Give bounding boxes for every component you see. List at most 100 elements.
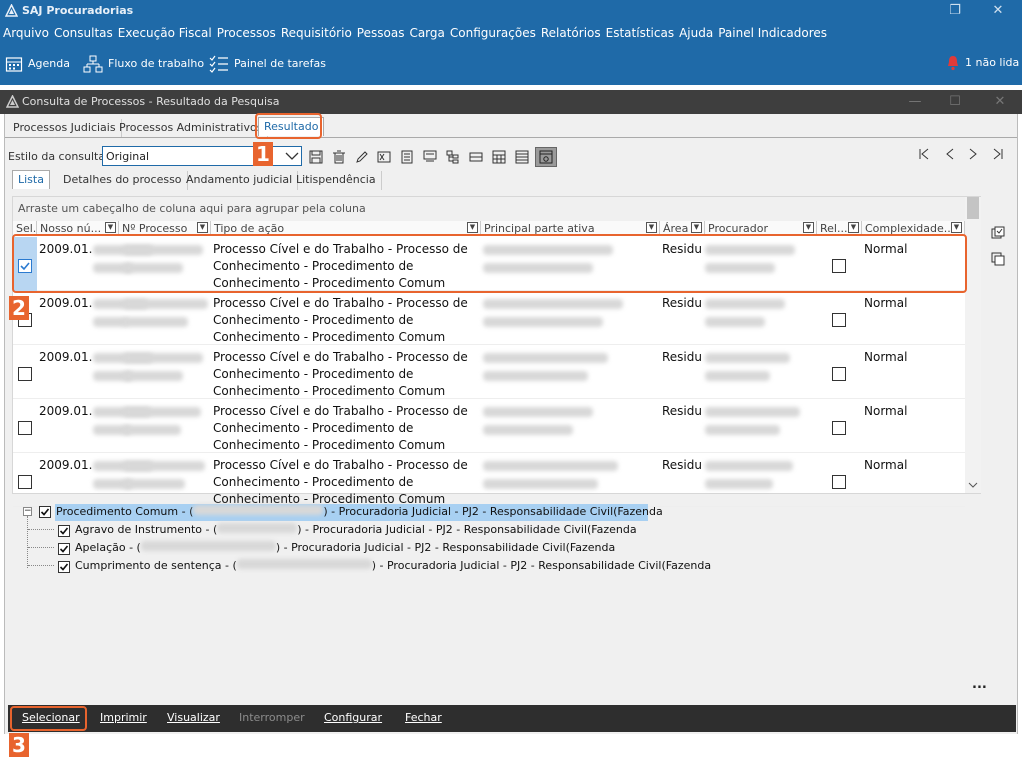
redacted-value <box>123 371 183 381</box>
close-icon[interactable]: ✕ <box>980 93 1020 111</box>
menu-item-2[interactable]: Execução Fiscal <box>118 22 212 45</box>
redacted-value <box>705 461 793 471</box>
callout-selecionar <box>10 706 87 731</box>
menu-bar: Arquivo Consultas Execução Fiscal Processos… <box>0 22 1022 45</box>
close-icon[interactable]: ✕ <box>978 2 1018 20</box>
filter-dropdown-icon[interactable]: ▼ <box>951 222 962 233</box>
filter-dropdown-icon[interactable]: ▼ <box>197 222 208 233</box>
menu-item-11[interactable]: Painel Indicadores <box>718 22 827 45</box>
tree-child-checkbox[interactable] <box>58 561 70 573</box>
subtab-lista[interactable]: Lista <box>12 170 50 189</box>
tree-child-label[interactable]: Cumprimento de sentença - () - Procurado… <box>75 558 711 574</box>
report-icon[interactable] <box>423 150 437 164</box>
interromper-button: Interromper <box>239 711 305 724</box>
agenda-button[interactable]: Agenda <box>5 55 70 73</box>
cell-nosso: 2009.01. <box>39 404 93 418</box>
copy-icon[interactable] <box>991 252 1005 266</box>
fluxo-button[interactable]: Fluxo de trabalho <box>83 55 204 73</box>
document-icon[interactable] <box>400 150 414 164</box>
filter-dropdown-icon[interactable]: ▼ <box>803 222 814 233</box>
filter-dropdown-icon[interactable]: ▼ <box>105 222 116 233</box>
filter-dropdown-icon[interactable]: ▼ <box>467 222 478 233</box>
tree-root-checkbox[interactable] <box>39 506 51 518</box>
rel-checkbox[interactable] <box>832 475 846 489</box>
collapse-icon[interactable]: − <box>23 507 32 516</box>
list-icon[interactable] <box>515 150 529 164</box>
callout-first-row <box>12 234 967 293</box>
tree-root-label[interactable]: Procedimento Comum - () - Procuradoria J… <box>56 504 663 520</box>
table-row[interactable]: 2009.01. Processo Cível e do Trabalho - P… <box>13 345 965 399</box>
menu-item-7[interactable]: Configurações <box>450 22 536 45</box>
subtab-litispendencia[interactable]: Litispendência <box>291 171 382 190</box>
table-icon[interactable] <box>492 150 506 164</box>
subtab-detalhes[interactable]: Detalhes do processo <box>58 171 188 190</box>
settings-toggle-button[interactable] <box>535 147 557 167</box>
rel-checkbox[interactable] <box>832 367 846 381</box>
last-page-icon[interactable] <box>991 147 1005 161</box>
row-select-checkbox[interactable] <box>18 421 32 435</box>
tree-child-label[interactable]: Agravo de Instrumento - () - Procuradori… <box>75 522 637 538</box>
menu-item-0[interactable]: Arquivo <box>3 22 49 45</box>
fechar-button[interactable]: Fechar <box>405 711 442 724</box>
minimize-icon[interactable]: — <box>895 93 935 111</box>
menu-item-6[interactable]: Carga <box>409 22 444 45</box>
rel-checkbox[interactable] <box>832 313 846 327</box>
menu-item-1[interactable]: Consultas <box>54 22 113 45</box>
table-row[interactable]: 2009.01. Processo Cível e do Trabalho - P… <box>13 453 965 507</box>
menu-item-8[interactable]: Relatórios <box>541 22 601 45</box>
redacted-value <box>123 299 208 309</box>
badge-2: 2 <box>9 296 29 320</box>
filter-dropdown-icon[interactable]: ▼ <box>691 222 702 233</box>
visualizar-button[interactable]: Visualizar <box>167 711 220 724</box>
table-row[interactable]: 2009.01. Processo Cível e do Trabalho - P… <box>13 291 965 345</box>
redacted-value <box>123 479 185 489</box>
row-select-checkbox[interactable] <box>18 475 32 489</box>
grid-scrollbar[interactable] <box>965 197 981 493</box>
table-row[interactable]: 2009.01. Processo Cível e do Trabalho - P… <box>13 399 965 453</box>
excel-icon[interactable] <box>377 150 391 164</box>
columns-icon[interactable] <box>469 150 483 164</box>
save-icon[interactable] <box>309 150 323 164</box>
tree-child-label[interactable]: Apelação - () - Procuradoria Judicial - … <box>75 540 615 556</box>
restore-icon[interactable]: ❐ <box>935 2 975 20</box>
first-page-icon[interactable] <box>917 147 931 161</box>
filter-dropdown-icon[interactable]: ▼ <box>646 222 657 233</box>
tree-child-checkbox[interactable] <box>58 525 70 537</box>
row-select-checkbox[interactable] <box>18 367 32 381</box>
tree-connector <box>27 516 28 568</box>
menu-item-9[interactable]: Estatísticas <box>606 22 674 45</box>
subtab-andamento[interactable]: Andamento judicial <box>181 171 299 190</box>
menu-item-4[interactable]: Requisitório <box>281 22 352 45</box>
menu-item-10[interactable]: Ajuda <box>679 22 713 45</box>
more-icon[interactable]: ... <box>972 677 987 692</box>
scrollbar-thumb[interactable] <box>967 197 979 219</box>
redacted-value <box>483 425 573 435</box>
painel-button[interactable]: Painel de tarefas <box>209 55 326 73</box>
tab-processos-administrativos[interactable]: Processos Administrativos <box>114 119 269 138</box>
menu-item-5[interactable]: Pessoas <box>357 22 405 45</box>
edit-icon[interactable] <box>355 150 369 164</box>
next-page-icon[interactable] <box>966 147 980 161</box>
hierarchy-icon[interactable] <box>446 150 460 164</box>
filter-dropdown-icon[interactable]: ▼ <box>848 222 859 233</box>
rel-checkbox[interactable] <box>832 421 846 435</box>
select-all-icon[interactable] <box>991 226 1005 240</box>
notifications-button[interactable]: 1 não lida <box>946 55 1019 71</box>
menu-item-3[interactable]: Processos <box>217 22 276 45</box>
chevron-down-icon[interactable] <box>968 481 978 489</box>
previous-page-icon[interactable] <box>943 147 957 161</box>
grid-settings-icon <box>539 150 553 164</box>
cell-nosso: 2009.01. <box>39 296 93 310</box>
configurar-button[interactable]: Configurar <box>324 711 382 724</box>
tab-processos-judiciais[interactable]: Processos Judiciais <box>8 119 122 138</box>
cell-complexidade: Normal <box>864 350 908 364</box>
cell-tipo-line3: Conhecimento - Procedimento Comum <box>213 330 446 344</box>
redacted-value <box>705 479 773 489</box>
cell-tipo-line2: Conhecimento - Procedimento de <box>213 313 414 327</box>
trash-icon[interactable] <box>332 150 346 164</box>
imprimir-button[interactable]: Imprimir <box>100 711 147 724</box>
calendar-icon <box>5 57 23 72</box>
redacted-value <box>483 371 588 381</box>
tree-child-checkbox[interactable] <box>58 543 70 555</box>
maximize-icon[interactable]: ☐ <box>935 93 975 111</box>
